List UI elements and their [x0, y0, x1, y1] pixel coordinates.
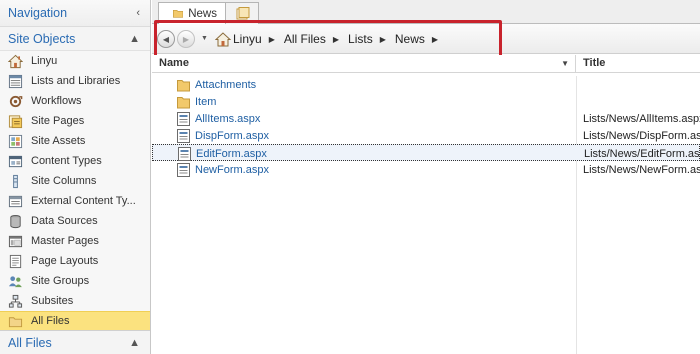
file-row-attachments[interactable]: Attachments	[152, 76, 700, 93]
content-types-icon	[7, 153, 23, 169]
nav-item-linyu[interactable]: Linyu	[0, 51, 150, 71]
navigation-title: Navigation	[8, 6, 68, 20]
nav-item-label: Linyu	[31, 55, 58, 67]
folder-icon	[7, 313, 23, 329]
nav-item-external-content-types[interactable]: External Content Ty...	[0, 191, 150, 211]
sort-dropdown-icon[interactable]: ▼	[561, 55, 569, 72]
folder-icon	[173, 9, 184, 18]
navigation-header[interactable]: Navigation ‹	[0, 0, 150, 27]
file-title: Lists/News/NewForm.aspx	[583, 163, 700, 176]
nav-item-lists-and-libraries[interactable]: Lists and Libraries	[0, 71, 150, 91]
subsites-icon	[7, 293, 23, 309]
nav-item-page-layouts[interactable]: Page Layouts	[0, 251, 150, 271]
external-content-icon	[7, 193, 23, 209]
file-name: Attachments	[195, 78, 257, 91]
group-icon	[7, 273, 23, 289]
nav-item-workflows[interactable]: Workflows	[0, 91, 150, 111]
site-objects-title: Site Objects	[8, 31, 76, 46]
nav-item-subsites[interactable]: Subsites	[0, 291, 150, 311]
nav-item-content-types[interactable]: Content Types	[0, 151, 150, 171]
nav-item-label: Site Pages	[31, 115, 85, 127]
collapse-pane-icon[interactable]: ‹	[136, 7, 140, 19]
column-header-title[interactable]: Title	[577, 55, 605, 73]
column-header-row: Name ▼ Title	[152, 55, 700, 73]
column-header-label: Name	[159, 57, 189, 69]
nav-item-site-pages[interactable]: Site Pages	[0, 111, 150, 131]
aspx-file-icon	[177, 128, 190, 143]
file-title	[583, 93, 700, 110]
all-files-header[interactable]: All Files ▲	[0, 330, 150, 354]
tab-label: News	[188, 7, 217, 20]
home-icon	[7, 53, 23, 69]
file-title	[583, 76, 700, 93]
site-objects-list: Linyu Lists and Libraries Workflows Site…	[0, 51, 150, 331]
folder-icon	[177, 79, 190, 91]
collapse-section-icon[interactable]: ▲	[129, 33, 140, 45]
column-icon	[7, 173, 23, 189]
nav-item-label: All Files	[31, 315, 70, 327]
layout-icon	[7, 253, 23, 269]
nav-item-label: Lists and Libraries	[31, 75, 121, 87]
file-name: Item	[195, 95, 217, 108]
nav-item-label: Subsites	[31, 295, 74, 307]
file-name: DispForm.aspx	[195, 129, 269, 142]
nav-item-label: Data Sources	[31, 215, 98, 227]
nav-item-site-groups[interactable]: Site Groups	[0, 271, 150, 291]
nav-item-label: Page Layouts	[31, 255, 99, 267]
file-row-newform[interactable]: NewForm.aspx Lists/News/NewForm.aspx	[152, 161, 700, 178]
nav-item-label: Site Columns	[31, 175, 97, 187]
database-icon	[7, 213, 23, 229]
file-name: AllItems.aspx	[195, 112, 261, 125]
file-row-editform[interactable]: EditForm.aspx Lists/News/EditForm.aspx	[152, 144, 700, 161]
page-icon	[7, 113, 23, 129]
list-icon	[7, 73, 23, 89]
site-objects-header[interactable]: Site Objects ▲	[0, 27, 150, 51]
nav-item-site-columns[interactable]: Site Columns	[0, 171, 150, 191]
aspx-file-icon	[177, 111, 190, 126]
file-row-dispform[interactable]: DispForm.aspx Lists/News/DispForm.aspx	[152, 127, 700, 144]
all-files-title: All Files	[8, 335, 52, 350]
nav-item-label: External Content Ty...	[31, 195, 136, 207]
nav-item-data-sources[interactable]: Data Sources	[0, 211, 150, 231]
folder-icon	[177, 96, 190, 108]
file-row-item[interactable]: Item	[152, 93, 700, 110]
nav-item-label: Site Groups	[31, 275, 90, 287]
breadcrumb-highlight-box	[154, 20, 502, 58]
nav-item-label: Master Pages	[31, 235, 99, 247]
navigation-pane: Navigation ‹ Site Objects ▲ Linyu Lists …	[0, 0, 151, 354]
expand-section-icon[interactable]: ▲	[129, 337, 140, 349]
file-title: Lists/News/EditForm.aspx	[584, 147, 700, 160]
nav-item-label: Content Types	[31, 155, 102, 167]
master-page-icon	[7, 233, 23, 249]
file-name: NewForm.aspx	[195, 163, 269, 176]
workflow-icon	[7, 93, 23, 109]
file-title: Lists/News/AllItems.aspx	[583, 112, 700, 125]
assets-icon	[7, 133, 23, 149]
file-row-allitems[interactable]: AllItems.aspx Lists/News/AllItems.aspx	[152, 110, 700, 127]
column-header-name[interactable]: Name ▼	[152, 55, 576, 73]
nav-item-site-assets[interactable]: Site Assets	[0, 131, 150, 151]
nav-item-master-pages[interactable]: Master Pages	[0, 231, 150, 251]
main-area: News ◀ ▶ ▼ Linyu ▶ All Files ▶ Lists ▶ N…	[152, 0, 700, 354]
new-tab-icon	[236, 7, 250, 20]
file-title: Lists/News/DispForm.aspx	[583, 129, 700, 142]
aspx-file-icon	[178, 146, 191, 161]
aspx-file-icon	[177, 162, 190, 177]
nav-item-label: Site Assets	[31, 135, 86, 147]
nav-item-label: Workflows	[31, 95, 82, 107]
file-name: EditForm.aspx	[196, 147, 267, 160]
file-list: Attachments Item AllItems.aspx Lists/New…	[152, 76, 700, 178]
nav-item-all-files[interactable]: All Files	[0, 311, 150, 331]
